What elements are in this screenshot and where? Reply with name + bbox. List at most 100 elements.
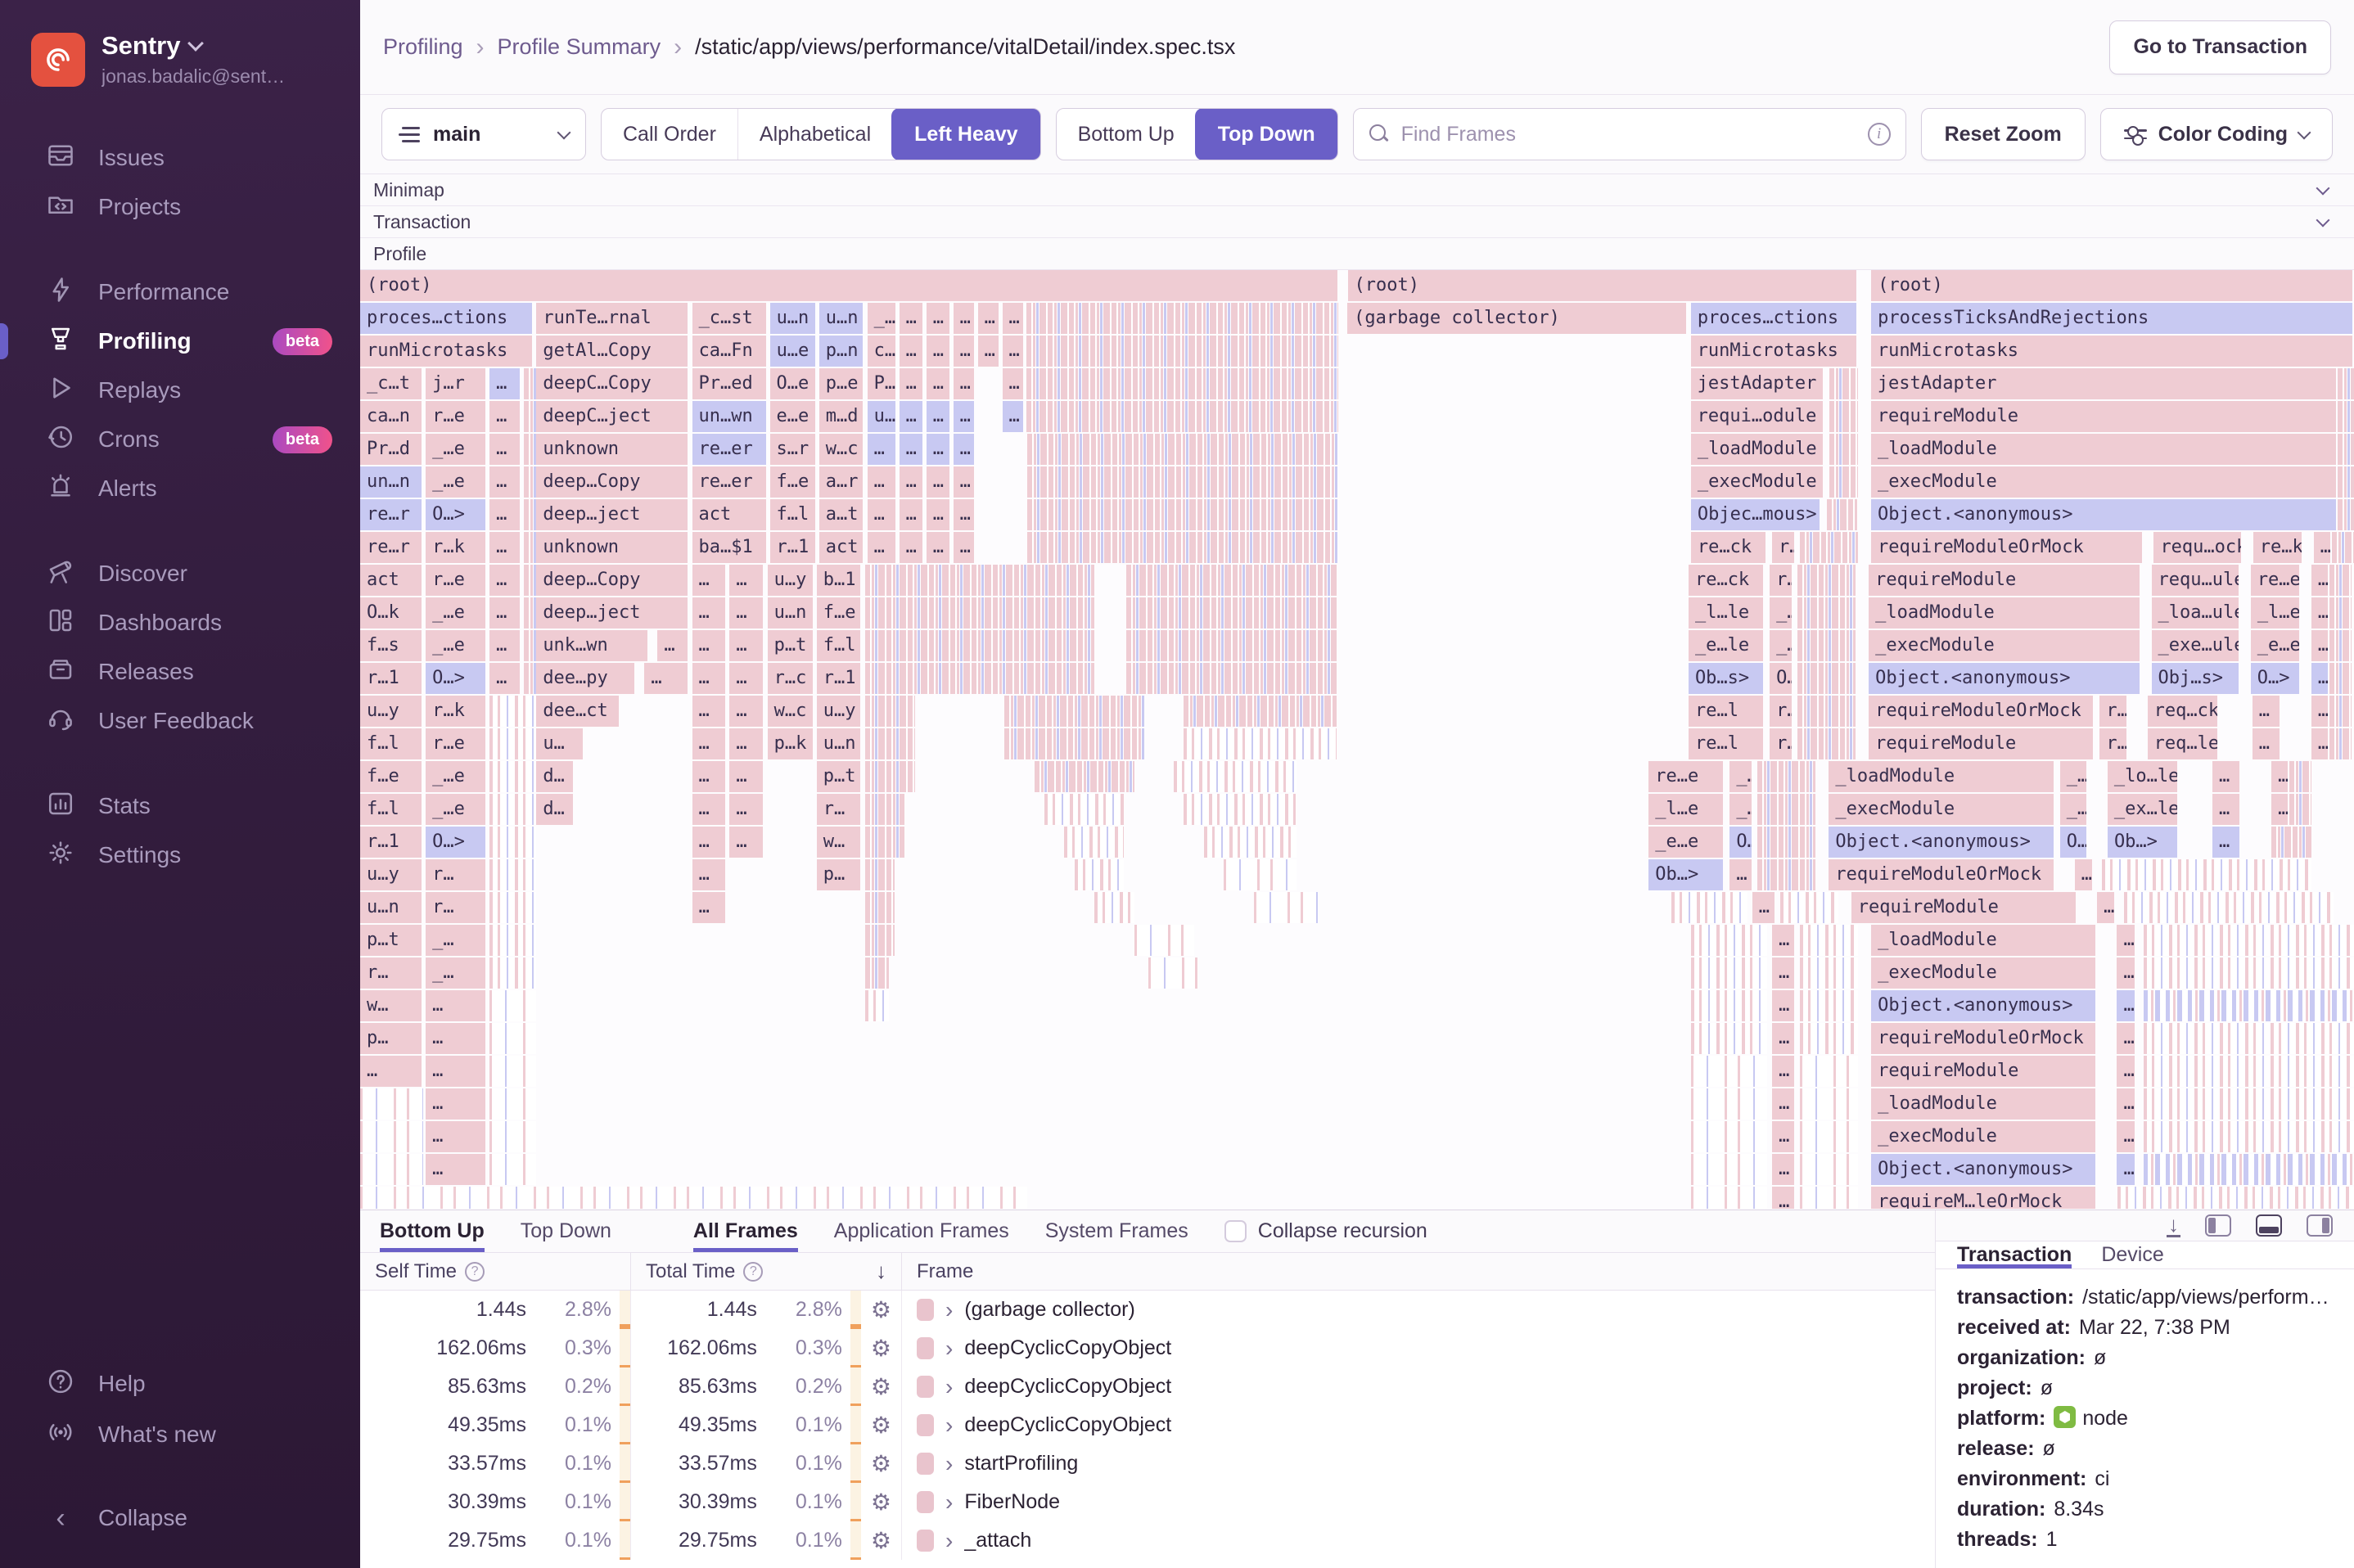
flame-frame[interactable]: runMicrotasks (1871, 336, 2354, 367)
flame-frame[interactable]: _ex…le (2108, 794, 2179, 825)
expand-chevron-icon[interactable]: › (945, 1336, 953, 1362)
flame-frame[interactable]: … (1772, 957, 1796, 989)
flame-frame[interactable]: … (1003, 401, 1025, 432)
flame-frame[interactable]: … (954, 368, 976, 399)
flame-frame[interactable]: … (729, 565, 764, 596)
panel-bar-minimap[interactable]: Minimap (360, 174, 2354, 206)
flame-frame[interactable]: … (927, 401, 951, 432)
flame-frame[interactable]: m…d (819, 401, 864, 432)
flame-frame[interactable]: dee…py (536, 663, 636, 694)
flame-frame[interactable]: … (692, 892, 728, 923)
flame-frame[interactable]: … (868, 499, 897, 530)
flame-frame[interactable]: … (692, 565, 728, 596)
flame-frame[interactable]: … (954, 303, 976, 334)
flame-frame[interactable]: proces…ctions (1691, 303, 1858, 334)
expand-chevron-icon[interactable]: › (945, 1297, 953, 1323)
flame-frame[interactable]: r…c (768, 663, 814, 694)
flame-frame[interactable]: … (729, 597, 764, 629)
flame-frame[interactable]: p…t (817, 761, 862, 792)
tab-system-frames[interactable]: System Frames (1045, 1210, 1188, 1252)
sidebar-item-settings[interactable]: Settings (0, 831, 360, 880)
flame-frame[interactable]: j…r (426, 368, 487, 399)
flame-frame[interactable]: … (692, 728, 728, 759)
flame-frame[interactable]: O…> (426, 663, 487, 694)
frame-table-row[interactable]: 85.63ms0.2%85.63ms0.2%⚙›deepCyclicCopyOb… (360, 1367, 1935, 1406)
tab-application-frames[interactable]: Application Frames (834, 1210, 1009, 1252)
flame-frame[interactable]: … (900, 303, 924, 334)
frame-table-row[interactable]: 30.39ms0.1%30.39ms0.1%⚙›FiberNode (360, 1483, 1935, 1521)
flame-frame[interactable]: _execModule (1691, 466, 1824, 498)
flame-frame[interactable]: u…y (360, 696, 423, 727)
flame-frame[interactable]: _…e (426, 794, 487, 825)
collapse-recursion-checkbox[interactable] (1224, 1220, 1247, 1242)
flame-frame[interactable]: p…e (819, 368, 864, 399)
flame-frame[interactable]: _… (1770, 630, 1793, 661)
flame-frame[interactable]: … (900, 532, 924, 563)
self-time-header[interactable]: Self Time (375, 1260, 457, 1283)
flame-frame[interactable]: requireModule (1871, 1056, 2097, 1087)
flame-frame[interactable]: … (489, 499, 521, 530)
flame-frame[interactable]: … (927, 336, 951, 367)
flame-frame[interactable]: r…k (426, 696, 487, 727)
flame-frame[interactable]: f…s (360, 630, 423, 661)
flame-frame[interactable]: re…e (1648, 761, 1725, 792)
panel-bar-transaction[interactable]: Transaction (360, 206, 2354, 238)
flame-frame[interactable]: … (692, 696, 728, 727)
flame-frame[interactable]: (root) (1871, 270, 2354, 301)
flame-frame[interactable]: _… (426, 957, 487, 989)
flame-frame[interactable]: u…n (360, 892, 423, 923)
sidebar-item-dashboards[interactable]: Dashboards (0, 598, 360, 647)
flame-frame[interactable]: … (2117, 1023, 2135, 1054)
flame-frame[interactable]: unknown (536, 434, 689, 465)
flame-frame[interactable]: _… (426, 925, 487, 956)
flame-frame[interactable]: … (2117, 1121, 2135, 1152)
gear-icon[interactable]: ⚙ (871, 1450, 891, 1477)
flame-frame[interactable]: … (426, 1056, 487, 1087)
flame-frame[interactable]: re…e (2251, 565, 2301, 596)
breadcrumb-profiling[interactable]: Profiling (383, 34, 463, 60)
flame-frame[interactable]: act (819, 532, 864, 563)
flame-frame[interactable]: … (2253, 728, 2281, 759)
flame-frame[interactable]: … (2271, 794, 2289, 825)
flame-frame[interactable]: f…e (817, 597, 862, 629)
expand-chevron-icon[interactable]: › (945, 1413, 953, 1439)
gear-icon[interactable]: ⚙ (871, 1373, 891, 1400)
flame-frame[interactable]: re…k (2253, 532, 2303, 563)
flame-frame[interactable]: _… (2060, 794, 2088, 825)
flame-frame[interactable]: _…e (426, 630, 487, 661)
flame-frame[interactable]: deep…ject (536, 499, 689, 530)
flame-frame[interactable]: Object.<anonymous> (1869, 663, 2141, 694)
flame-frame[interactable]: … (2311, 728, 2329, 759)
flame-frame[interactable]: … (2117, 925, 2135, 956)
flame-frame[interactable]: (garbage collector) (1347, 303, 1688, 334)
flame-frame[interactable]: _…e (426, 761, 487, 792)
flame-frame[interactable]: b…1 (817, 565, 862, 596)
flame-frame[interactable]: _… (2060, 761, 2088, 792)
color-coding-button[interactable]: Color Coding (2100, 108, 2333, 160)
flame-frame[interactable]: … (900, 434, 924, 465)
flame-frame[interactable]: req…ck (2148, 696, 2219, 727)
flame-frame[interactable]: _…e (426, 434, 487, 465)
flame-frame[interactable]: p… (817, 859, 862, 890)
flame-frame[interactable]: … (2311, 565, 2329, 596)
flame-frame[interactable]: _…e (426, 466, 487, 498)
flame-frame[interactable]: … (489, 401, 521, 432)
flame-frame[interactable]: _l…le (1689, 597, 1765, 629)
flame-frame[interactable]: Ob…> (1648, 859, 1725, 890)
flame-frame[interactable]: … (2212, 794, 2241, 825)
flame-frame[interactable]: u… (868, 401, 897, 432)
flame-frame[interactable]: … (426, 1154, 487, 1185)
frame-table-row[interactable]: 49.35ms0.1%49.35ms0.1%⚙›deepCyclicCopyOb… (360, 1406, 1935, 1444)
flame-frame[interactable]: requireModule (1869, 565, 2141, 596)
flame-frame[interactable]: f…l (360, 794, 423, 825)
question-icon[interactable]: ? (743, 1262, 763, 1282)
flame-frame[interactable]: … (692, 761, 728, 792)
flame-frame[interactable]: … (729, 728, 764, 759)
flame-frame[interactable]: … (1003, 368, 1025, 399)
flame-frame[interactable]: Object.<anonymous> (1871, 499, 2338, 530)
flame-frame[interactable]: f…l (770, 499, 817, 530)
flame-frame[interactable]: … (954, 434, 976, 465)
flame-frame[interactable]: … (426, 1023, 487, 1054)
flame-frame[interactable]: _loadModule (1829, 761, 2054, 792)
sort-alphabetical[interactable]: Alphabetical (737, 109, 892, 160)
